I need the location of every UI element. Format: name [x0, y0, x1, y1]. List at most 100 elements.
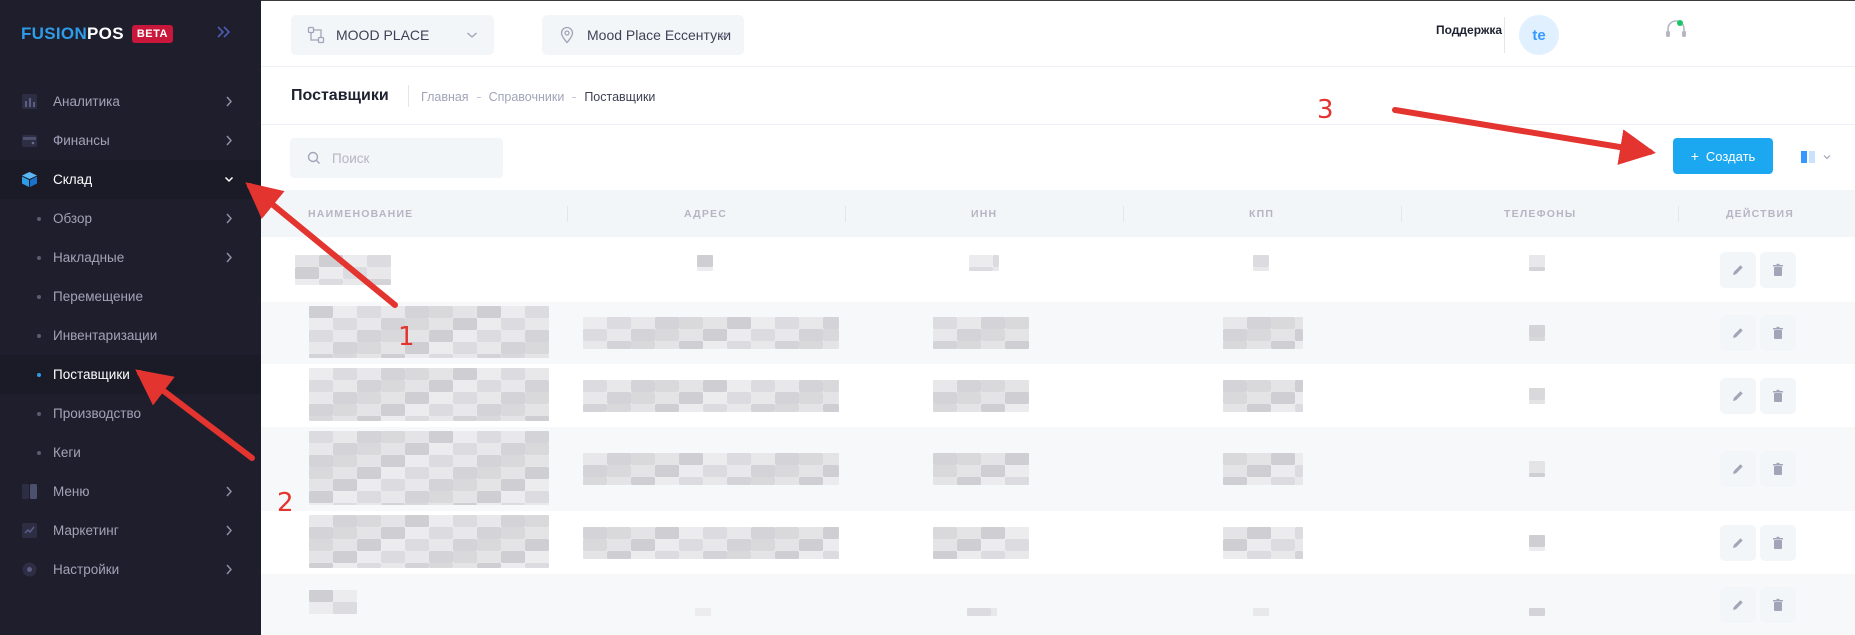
- pixelated-cell: [333, 404, 357, 416]
- pixelated-cell: [607, 465, 631, 477]
- avatar[interactable]: te: [1519, 15, 1559, 55]
- pixelated-cell: [775, 403, 799, 412]
- delete-button[interactable]: [1760, 586, 1796, 623]
- table-row[interactable]: [261, 302, 1855, 364]
- pixelated-cell: [477, 479, 501, 491]
- search-icon: [307, 151, 320, 164]
- delete-button[interactable]: [1760, 524, 1796, 561]
- sidebar-item-menu[interactable]: Меню: [0, 472, 261, 511]
- pixelated-cell: [333, 431, 357, 443]
- table-row[interactable]: [261, 574, 1855, 635]
- sidebar-item-marketing[interactable]: Маркетинг: [0, 511, 261, 550]
- sidebar-item-analytics[interactable]: Аналитика: [0, 82, 261, 121]
- table-row[interactable]: [261, 511, 1855, 574]
- sidebar-item-settings[interactable]: Настройки: [0, 550, 261, 589]
- pixelated-cell: [775, 477, 799, 485]
- sidebar-item-inventory[interactable]: Инвентаризации: [0, 316, 261, 355]
- pixelated-cell: [501, 455, 525, 467]
- brand-logo[interactable]: FUSIONPOS BETA: [21, 24, 173, 44]
- pixelated-cell: [1223, 329, 1247, 341]
- pixelated-cell: [703, 379, 727, 392]
- pixelated-cell: [679, 391, 703, 404]
- organization-value: MOOD PLACE: [336, 27, 430, 43]
- sidebar-item-label: Кеги: [53, 445, 81, 460]
- edit-button[interactable]: [1720, 377, 1756, 414]
- pixelated-cell: [981, 391, 1005, 404]
- breadcrumb-home[interactable]: Главная: [421, 90, 469, 104]
- column-header-name[interactable]: Наименование: [308, 208, 413, 220]
- sidebar-item-finance[interactable]: Финансы: [0, 121, 261, 160]
- pixelated-cell: [309, 306, 333, 318]
- pixelated-cell: [703, 550, 727, 559]
- pixelated-cell: [525, 380, 549, 392]
- search-input[interactable]: [332, 148, 492, 168]
- search-box[interactable]: [290, 138, 503, 178]
- pixelated-cell: [405, 503, 429, 505]
- pixelated-cell: [525, 318, 549, 330]
- column-header-address[interactable]: Адрес: [684, 208, 727, 220]
- sidebar-item-invoices[interactable]: Накладные: [0, 238, 261, 277]
- create-button[interactable]: + Создать: [1673, 138, 1773, 174]
- edit-button[interactable]: [1720, 251, 1756, 288]
- pixelated-cell: [357, 392, 381, 404]
- pixelated-cell: [525, 503, 549, 505]
- delete-button[interactable]: [1760, 315, 1796, 351]
- beta-badge: BETA: [131, 25, 173, 43]
- sidebar-item-production[interactable]: Производство: [0, 394, 261, 433]
- pixelated-cell: [319, 279, 343, 285]
- delete-button[interactable]: [1760, 251, 1796, 288]
- pixelated-cell: [631, 526, 655, 539]
- edit-button[interactable]: [1720, 315, 1756, 351]
- pixelated-cell: [343, 255, 367, 267]
- column-header-phones[interactable]: Телефоны: [1504, 208, 1576, 220]
- column-settings-button[interactable]: [1800, 148, 1836, 166]
- pencil-icon: [1733, 599, 1743, 610]
- delete-button[interactable]: [1760, 451, 1796, 487]
- chevron-right-icon: [226, 486, 233, 497]
- column-header-kpp[interactable]: КПП: [1249, 208, 1274, 220]
- pixelated-cell: [1295, 391, 1303, 404]
- edit-button[interactable]: [1720, 451, 1756, 487]
- pixelated-cell: [1271, 317, 1295, 329]
- pixelated-cell: [405, 527, 429, 539]
- pixelated-cell: [343, 267, 367, 279]
- marketing-icon: [22, 523, 37, 538]
- location-select[interactable]: Mood Place Ессентуки: [542, 15, 744, 55]
- column-header-inn[interactable]: ИНН: [971, 208, 997, 220]
- chevron-right-icon: [226, 135, 233, 146]
- sidebar-item-warehouse[interactable]: Склад: [0, 160, 261, 199]
- pixelated-cell: [333, 443, 357, 455]
- support-headset-icon[interactable]: [1663, 17, 1689, 43]
- sidebar-item-transfer[interactable]: Перемещение: [0, 277, 261, 316]
- pixelated-cell: [333, 368, 357, 380]
- pixelated-cell: [583, 391, 607, 404]
- trash-icon: [1773, 263, 1783, 276]
- pixelated-cell: [631, 403, 655, 412]
- pixelated-cell: [405, 431, 429, 443]
- pixelated-cell: [933, 526, 957, 539]
- organization-select[interactable]: MOOD PLACE: [291, 15, 494, 55]
- pixelated-cell: [679, 477, 703, 485]
- table-row[interactable]: [261, 237, 1855, 302]
- pixelated-cell: [1295, 329, 1303, 341]
- edit-button[interactable]: [1720, 586, 1756, 623]
- support-link[interactable]: Поддержка: [1436, 23, 1502, 37]
- sidebar-item-kegs[interactable]: Кеги: [0, 433, 261, 472]
- table-row[interactable]: [261, 427, 1855, 511]
- delete-button[interactable]: [1760, 377, 1796, 414]
- collapse-sidebar-icon[interactable]: [214, 22, 234, 42]
- breadcrumb-separator: [476, 96, 481, 98]
- pixelated-cell: [933, 329, 957, 341]
- pixelated-cell: [381, 515, 405, 527]
- sidebar-item-suppliers[interactable]: Поставщики: [0, 355, 261, 394]
- pixelated-cell: [981, 329, 1005, 341]
- sidebar-item-overview[interactable]: Обзор: [0, 199, 261, 238]
- breadcrumb: Главная Справочники Поставщики: [421, 90, 655, 104]
- pixelated-cell: [429, 455, 453, 467]
- annotation-number-1: 1: [398, 322, 415, 352]
- pixelated-cell: [525, 306, 549, 318]
- edit-button[interactable]: [1720, 524, 1756, 561]
- breadcrumb-directories[interactable]: Справочники: [489, 90, 565, 104]
- table-row[interactable]: [261, 364, 1855, 427]
- pixelated-cell: [525, 443, 549, 455]
